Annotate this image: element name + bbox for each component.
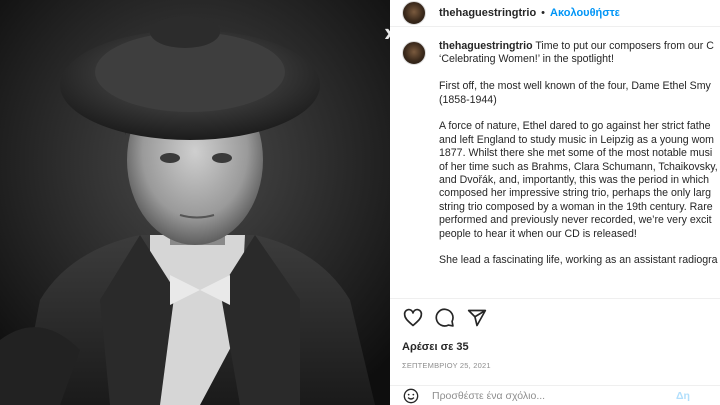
post-comment-button[interactable]: Δη (676, 390, 690, 402)
caption-line: composed her impressive string trio, per… (439, 187, 712, 200)
heart-icon[interactable] (402, 307, 424, 329)
likes-count[interactable]: Αρέσει σε 35 (402, 341, 720, 353)
caption-line: performed and previously never recorded,… (439, 214, 712, 227)
caption-line: First off, the most well known of the fo… (439, 80, 711, 93)
post-header: thehaguestringtrio • Ακολουθήστε (390, 0, 720, 27)
header-username[interactable]: thehaguestringtrio (439, 7, 536, 19)
comment-input[interactable] (432, 389, 672, 402)
caption-paragraph: thehaguestringtrio Time to put our compo… (439, 40, 720, 67)
caption-line: She lead a fascinating life, working as … (439, 254, 718, 267)
caption-line: A force of nature, Ethel dared to go aga… (439, 120, 711, 133)
caption-line: and Dvořák, and, importantly, this was t… (439, 174, 710, 187)
post-image[interactable]: › (0, 0, 390, 405)
caption-line: 1877. Whilst there she met some of the m… (439, 147, 713, 160)
caption-paragraph: First off, the most well known of the fo… (439, 80, 720, 107)
caption-text: thehaguestringtrio Time to put our compo… (439, 40, 720, 281)
portrait-photo (0, 0, 390, 405)
caption-paragraph: She lead a fascinating life, working as … (439, 254, 720, 267)
follow-button[interactable]: Ακολουθήστε (550, 7, 620, 19)
share-icon[interactable] (466, 307, 488, 329)
caption-line: ‘Celebrating Women!’ in the spotlight! (439, 53, 614, 66)
comment-icon[interactable] (434, 307, 456, 329)
caption-line: Time to put our composers from our C (532, 40, 714, 52)
separator-dot: • (541, 7, 546, 19)
caption-paragraph: A force of nature, Ethel dared to go aga… (439, 120, 720, 241)
post-details-panel: thehaguestringtrio • Ακολουθήστε thehagu… (390, 0, 720, 405)
caption-username[interactable]: thehaguestringtrio (439, 40, 533, 52)
caption-avatar[interactable] (402, 41, 426, 65)
caption-line: string trio composed by a woman in the 1… (439, 200, 713, 213)
avatar[interactable] (402, 1, 426, 25)
add-comment-bar: Δη (390, 385, 720, 405)
caption-section: thehaguestringtrio Time to put our compo… (390, 40, 720, 292)
caption-line: (1858-1944) (439, 93, 497, 106)
caption-line: and left England to study music in Leipz… (439, 133, 715, 146)
emoji-icon[interactable] (402, 387, 420, 405)
post-date: ΣΕΠΤΕΜΒΡΙΟΥ 25, 2021 (402, 361, 491, 370)
caption-line: people to hear it when our CD is release… (439, 227, 637, 240)
caption-line: of her time such as Brahms, Clara Schuma… (439, 160, 718, 173)
